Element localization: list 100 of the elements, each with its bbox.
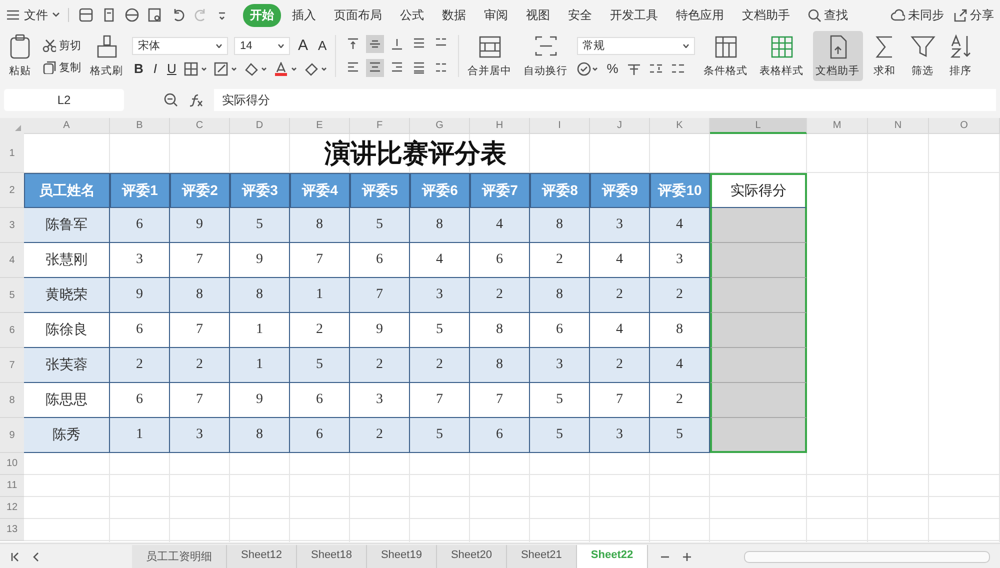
table-cell: 6 — [290, 383, 350, 418]
row-header[interactable]: 2 — [0, 173, 24, 208]
ribbon-tab[interactable]: 数据 — [435, 4, 473, 26]
font-name-field[interactable]: 宋体 — [132, 36, 228, 54]
column-header[interactable]: A — [24, 118, 110, 134]
column-header[interactable]: H — [470, 118, 530, 134]
column-header[interactable]: G — [410, 118, 470, 134]
table-cell: 8 — [530, 208, 590, 243]
column-header[interactable]: E — [290, 118, 350, 134]
table-cell: 4 — [590, 313, 650, 348]
sync-status-button[interactable]: 未同步 — [891, 6, 944, 24]
row-header[interactable]: 11 — [0, 475, 24, 497]
alignment-button[interactable] — [366, 59, 384, 77]
row-header[interactable]: 10 — [0, 453, 24, 475]
ribbon-button[interactable]: 排序 — [944, 31, 977, 81]
column-header[interactable]: K — [650, 118, 710, 134]
font-size-button[interactable]: A — [296, 38, 310, 52]
row-header[interactable]: 13 — [0, 519, 24, 541]
column-header[interactable]: C — [170, 118, 230, 134]
row-header[interactable]: 3 — [0, 208, 24, 243]
ribbon-tab[interactable]: 开发工具 — [603, 4, 665, 26]
table-cell: 1 — [290, 278, 350, 313]
row-header[interactable]: 4 — [0, 243, 24, 278]
ribbon-button[interactable]: 文档助手 — [812, 31, 863, 81]
table-cell: 6 — [110, 313, 170, 348]
ribbon-tab[interactable]: 视图 — [519, 4, 557, 26]
ribbon-button[interactable]: 求和 — [868, 31, 901, 81]
column-header[interactable]: F — [350, 118, 410, 134]
table-cell: 1 — [230, 313, 290, 348]
table-cell: 8 — [470, 348, 530, 383]
row-header[interactable]: 1 — [0, 134, 24, 173]
ribbon-button[interactable]: 表格样式 — [756, 31, 807, 81]
sheet-tab[interactable]: Sheet19 — [366, 545, 437, 568]
ribbon-button[interactable]: 合并居中 — [464, 31, 515, 81]
row-header[interactable]: 5 — [0, 278, 24, 313]
table-cell: 5 — [410, 313, 470, 348]
italic-button[interactable]: I — [151, 62, 160, 76]
dropdown-icon — [216, 44, 222, 48]
ribbon-button[interactable]: 筛选 — [906, 31, 939, 81]
ribbon-tab[interactable]: 安全 — [561, 4, 599, 26]
ribbon-button[interactable]: 剪切 — [42, 38, 81, 52]
sheet-tab[interactable]: Sheet18 — [296, 545, 367, 568]
ribbon-tab[interactable]: 页面布局 — [327, 4, 389, 26]
table-cell: 2 — [350, 348, 410, 383]
horizontal-scrollbar[interactable] — [744, 550, 990, 562]
table-cell: 7 — [170, 313, 230, 348]
font-size-button[interactable]: A — [316, 38, 329, 52]
name-box[interactable]: L2 — [4, 89, 124, 111]
ribbon-tab[interactable]: 插入 — [285, 4, 323, 26]
preview-icon — [148, 8, 162, 22]
sheet-tab[interactable]: Sheet12 — [227, 545, 297, 568]
column-header[interactable]: N — [868, 118, 929, 134]
row-header[interactable]: 8 — [0, 383, 24, 418]
number-format-field[interactable]: 常规 — [576, 36, 695, 54]
table-cell: 5 — [650, 418, 710, 453]
table-cell: 陈秀 — [24, 418, 110, 453]
search-button[interactable]: 查找 — [801, 4, 855, 26]
row-header[interactable]: 9 — [0, 418, 24, 453]
column-header[interactable]: O — [929, 118, 1000, 134]
column-header[interactable]: M — [807, 118, 868, 134]
table-cell: 6 — [470, 243, 530, 278]
ribbon-button[interactable]: 自动换行 — [520, 31, 571, 81]
table-cell: 3 — [650, 243, 710, 278]
underline-button[interactable]: U — [165, 62, 178, 76]
row-header[interactable]: 12 — [0, 497, 24, 519]
ribbon-button[interactable]: 条件格式 — [700, 31, 751, 81]
percent-button[interactable]: % — [604, 62, 620, 76]
share-button[interactable]: 分享 — [954, 6, 994, 24]
font-size-field[interactable]: 14 — [234, 36, 290, 54]
ribbon-button[interactable]: 复制 — [42, 60, 81, 74]
table-cell: 2 — [410, 348, 470, 383]
column-header[interactable]: J — [590, 118, 650, 134]
table-cell: 陈思思 — [24, 383, 110, 418]
ribbon-tab[interactable]: 公式 — [393, 4, 431, 26]
alignment-icon — [390, 37, 404, 51]
bold-button[interactable]: B — [132, 62, 146, 76]
alignment-button[interactable] — [366, 35, 384, 53]
table-cell: 2 — [470, 278, 530, 313]
ribbon-button[interactable]: 粘贴 — [4, 31, 36, 81]
table-cell: 9 — [230, 383, 290, 418]
ribbon-tab[interactable]: 特色应用 — [669, 4, 731, 26]
ribbon-tab[interactable]: 审阅 — [477, 4, 515, 26]
ribbon-button[interactable]: 格式刷 — [87, 31, 126, 81]
row-header[interactable]: 6 — [0, 313, 24, 348]
sheet-tab[interactable]: 员工工资明细 — [132, 545, 227, 568]
sheet-tab[interactable]: Sheet20 — [436, 545, 507, 568]
table-cell: 4 — [650, 208, 710, 243]
table-cell: 8 — [470, 313, 530, 348]
row-header[interactable]: 7 — [0, 348, 24, 383]
table-cell: 2 — [650, 278, 710, 313]
ribbon-tab[interactable]: 文档助手 — [735, 4, 797, 26]
table-cell: 陈鲁军 — [24, 208, 110, 243]
table-cell: 8 — [230, 278, 290, 313]
formula-field[interactable]: 实际得分 — [214, 89, 996, 111]
sheet-tab[interactable]: Sheet21 — [506, 545, 577, 568]
column-header[interactable]: B — [110, 118, 170, 134]
table-cell: 6 — [470, 418, 530, 453]
file-menu[interactable]: 文件 — [24, 6, 48, 24]
column-header[interactable]: I — [530, 118, 590, 134]
column-header[interactable]: D — [230, 118, 290, 134]
